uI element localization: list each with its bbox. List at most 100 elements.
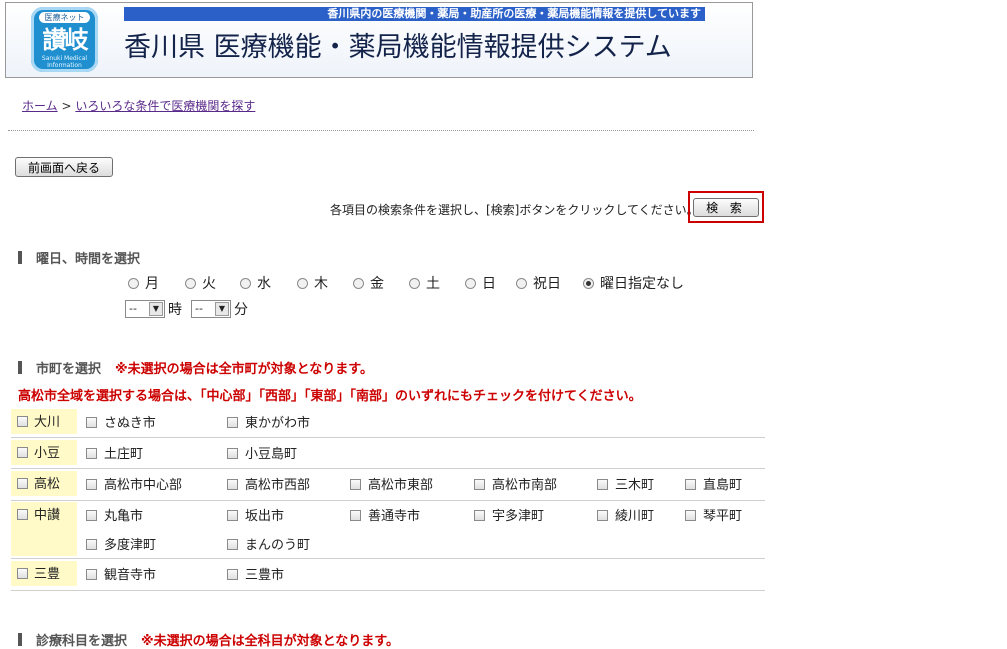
day-radio-option[interactable]: 曜日指定なし bbox=[583, 273, 684, 293]
checkbox[interactable] bbox=[474, 510, 485, 521]
checkbox[interactable] bbox=[86, 510, 97, 521]
day-radio-option[interactable]: 土 bbox=[409, 273, 440, 293]
section-bar bbox=[18, 633, 22, 646]
logo-sub-text: Sanuki Medical Information bbox=[41, 55, 88, 69]
radio-button[interactable] bbox=[185, 278, 196, 289]
checkbox[interactable] bbox=[227, 448, 238, 459]
checkbox[interactable] bbox=[86, 417, 97, 428]
minute-unit: 分 bbox=[234, 302, 248, 318]
radio-button[interactable] bbox=[583, 278, 594, 289]
checkbox[interactable] bbox=[17, 568, 28, 579]
day-radio-option[interactable]: 水 bbox=[240, 273, 271, 293]
dept-section-title: 診療科目を選択 bbox=[36, 634, 128, 649]
checkbox[interactable] bbox=[597, 479, 608, 490]
radio-button[interactable] bbox=[516, 278, 527, 289]
region-checkbox[interactable]: 高松 bbox=[11, 471, 77, 496]
radio-button[interactable] bbox=[297, 278, 308, 289]
day-radio-option[interactable]: 日 bbox=[465, 273, 496, 293]
checkbox[interactable] bbox=[227, 417, 238, 428]
city-label: 三豊市 bbox=[245, 568, 285, 583]
day-radio-option[interactable]: 金 bbox=[353, 273, 384, 293]
radio-button[interactable] bbox=[409, 278, 420, 289]
city-checkbox[interactable]: 観音寺市 bbox=[86, 564, 156, 583]
checkbox[interactable] bbox=[350, 479, 361, 490]
city-label: さぬき市 bbox=[104, 416, 156, 431]
radio-button[interactable] bbox=[465, 278, 476, 289]
breadcrumb-home-link[interactable]: ホーム bbox=[22, 99, 58, 113]
city-checkbox[interactable]: 直島町 bbox=[685, 474, 742, 493]
checkbox[interactable] bbox=[227, 539, 238, 550]
city-label: 丸亀市 bbox=[104, 509, 144, 524]
city-label: 多度津町 bbox=[104, 538, 157, 553]
day-radio-option[interactable]: 木 bbox=[297, 273, 328, 293]
city-checkbox[interactable]: 土庄町 bbox=[86, 443, 143, 462]
checkbox[interactable] bbox=[350, 510, 361, 521]
checkbox[interactable] bbox=[685, 510, 696, 521]
region-label: 三豊 bbox=[34, 567, 61, 582]
city-label: 高松市東部 bbox=[368, 478, 434, 493]
checkbox[interactable] bbox=[17, 478, 28, 489]
back-button[interactable]: 前画面へ戻る bbox=[15, 157, 113, 177]
region-checkbox[interactable]: 三豊 bbox=[11, 561, 77, 586]
checkbox[interactable] bbox=[86, 448, 97, 459]
city-checkbox[interactable]: 高松市中心部 bbox=[86, 474, 182, 493]
city-checkbox[interactable]: 高松市東部 bbox=[350, 474, 433, 493]
city-label: 土庄町 bbox=[104, 447, 144, 462]
city-checkbox[interactable]: さぬき市 bbox=[86, 412, 156, 431]
site-logo[interactable]: 医療ネット 讃岐 Sanuki Medical Information bbox=[31, 7, 98, 72]
checkbox[interactable] bbox=[474, 479, 485, 490]
checkbox[interactable] bbox=[227, 479, 238, 490]
city-checkbox[interactable]: 綾川町 bbox=[597, 505, 654, 524]
region-label: 大川 bbox=[34, 415, 61, 430]
region-checkbox[interactable]: 中讃 bbox=[11, 502, 77, 556]
checkbox[interactable] bbox=[17, 447, 28, 458]
city-checkbox[interactable]: 宇多津町 bbox=[474, 505, 544, 524]
region-checkbox[interactable]: 小豆 bbox=[11, 440, 77, 465]
search-button[interactable]: 検 索 bbox=[693, 198, 759, 217]
breadcrumb: ホーム > いろいろな条件で医療機関を探す bbox=[22, 97, 255, 114]
day-radio-option[interactable]: 祝日 bbox=[516, 273, 561, 293]
checkbox[interactable] bbox=[685, 479, 696, 490]
checkbox[interactable] bbox=[86, 539, 97, 550]
checkbox[interactable] bbox=[17, 509, 28, 520]
hour-select-value: -- bbox=[129, 302, 137, 315]
city-checkbox[interactable]: 丸亀市 bbox=[86, 505, 143, 524]
city-label: まんのう町 bbox=[245, 538, 311, 553]
hour-select[interactable]: -- ▼ bbox=[125, 300, 165, 318]
row-divider bbox=[11, 437, 765, 438]
checkbox[interactable] bbox=[17, 416, 28, 427]
checkbox[interactable] bbox=[597, 510, 608, 521]
city-checkbox[interactable]: まんのう町 bbox=[227, 534, 310, 553]
checkbox[interactable] bbox=[227, 510, 238, 521]
city-label: 坂出市 bbox=[245, 509, 285, 524]
city-checkbox[interactable]: 三豊市 bbox=[227, 564, 284, 583]
day-radio-option[interactable]: 月 bbox=[128, 273, 159, 293]
city-checkbox[interactable]: 三木町 bbox=[597, 474, 654, 493]
breadcrumb-current-link[interactable]: いろいろな条件で医療機関を探す bbox=[75, 99, 255, 113]
dotted-divider bbox=[8, 130, 754, 131]
radio-button[interactable] bbox=[353, 278, 364, 289]
checkbox[interactable] bbox=[86, 569, 97, 580]
city-checkbox[interactable]: 小豆島町 bbox=[227, 443, 297, 462]
day-radio-option[interactable]: 火 bbox=[185, 273, 216, 293]
search-instruction: 各項目の検索条件を選択し、[検索]ボタンをクリックしてください。→ bbox=[330, 203, 709, 217]
city-label: 東かがわ市 bbox=[245, 416, 311, 431]
city-checkbox[interactable]: 東かがわ市 bbox=[227, 412, 310, 431]
city-checkbox[interactable]: 多度津町 bbox=[86, 534, 156, 553]
city-checkbox[interactable]: 琴平町 bbox=[685, 505, 742, 524]
city-checkbox[interactable]: 善通寺市 bbox=[350, 505, 420, 524]
minute-select[interactable]: -- ▼ bbox=[191, 300, 231, 318]
region-label: 高松 bbox=[34, 477, 61, 492]
radio-button[interactable] bbox=[128, 278, 139, 289]
row-divider bbox=[11, 500, 765, 501]
checkbox[interactable] bbox=[86, 479, 97, 490]
chevron-down-icon: ▼ bbox=[215, 302, 229, 316]
city-section-heading: 市町を選択 ※未選択の場合は全市町が対象となります。 bbox=[18, 358, 373, 377]
city-checkbox[interactable]: 坂出市 bbox=[227, 505, 284, 524]
radio-button[interactable] bbox=[240, 278, 251, 289]
checkbox[interactable] bbox=[227, 569, 238, 580]
region-checkbox[interactable]: 大川 bbox=[11, 409, 77, 434]
city-checkbox[interactable]: 高松市南部 bbox=[474, 474, 557, 493]
city-checkbox[interactable]: 高松市西部 bbox=[227, 474, 310, 493]
day-radio-label: 金 bbox=[370, 276, 384, 292]
